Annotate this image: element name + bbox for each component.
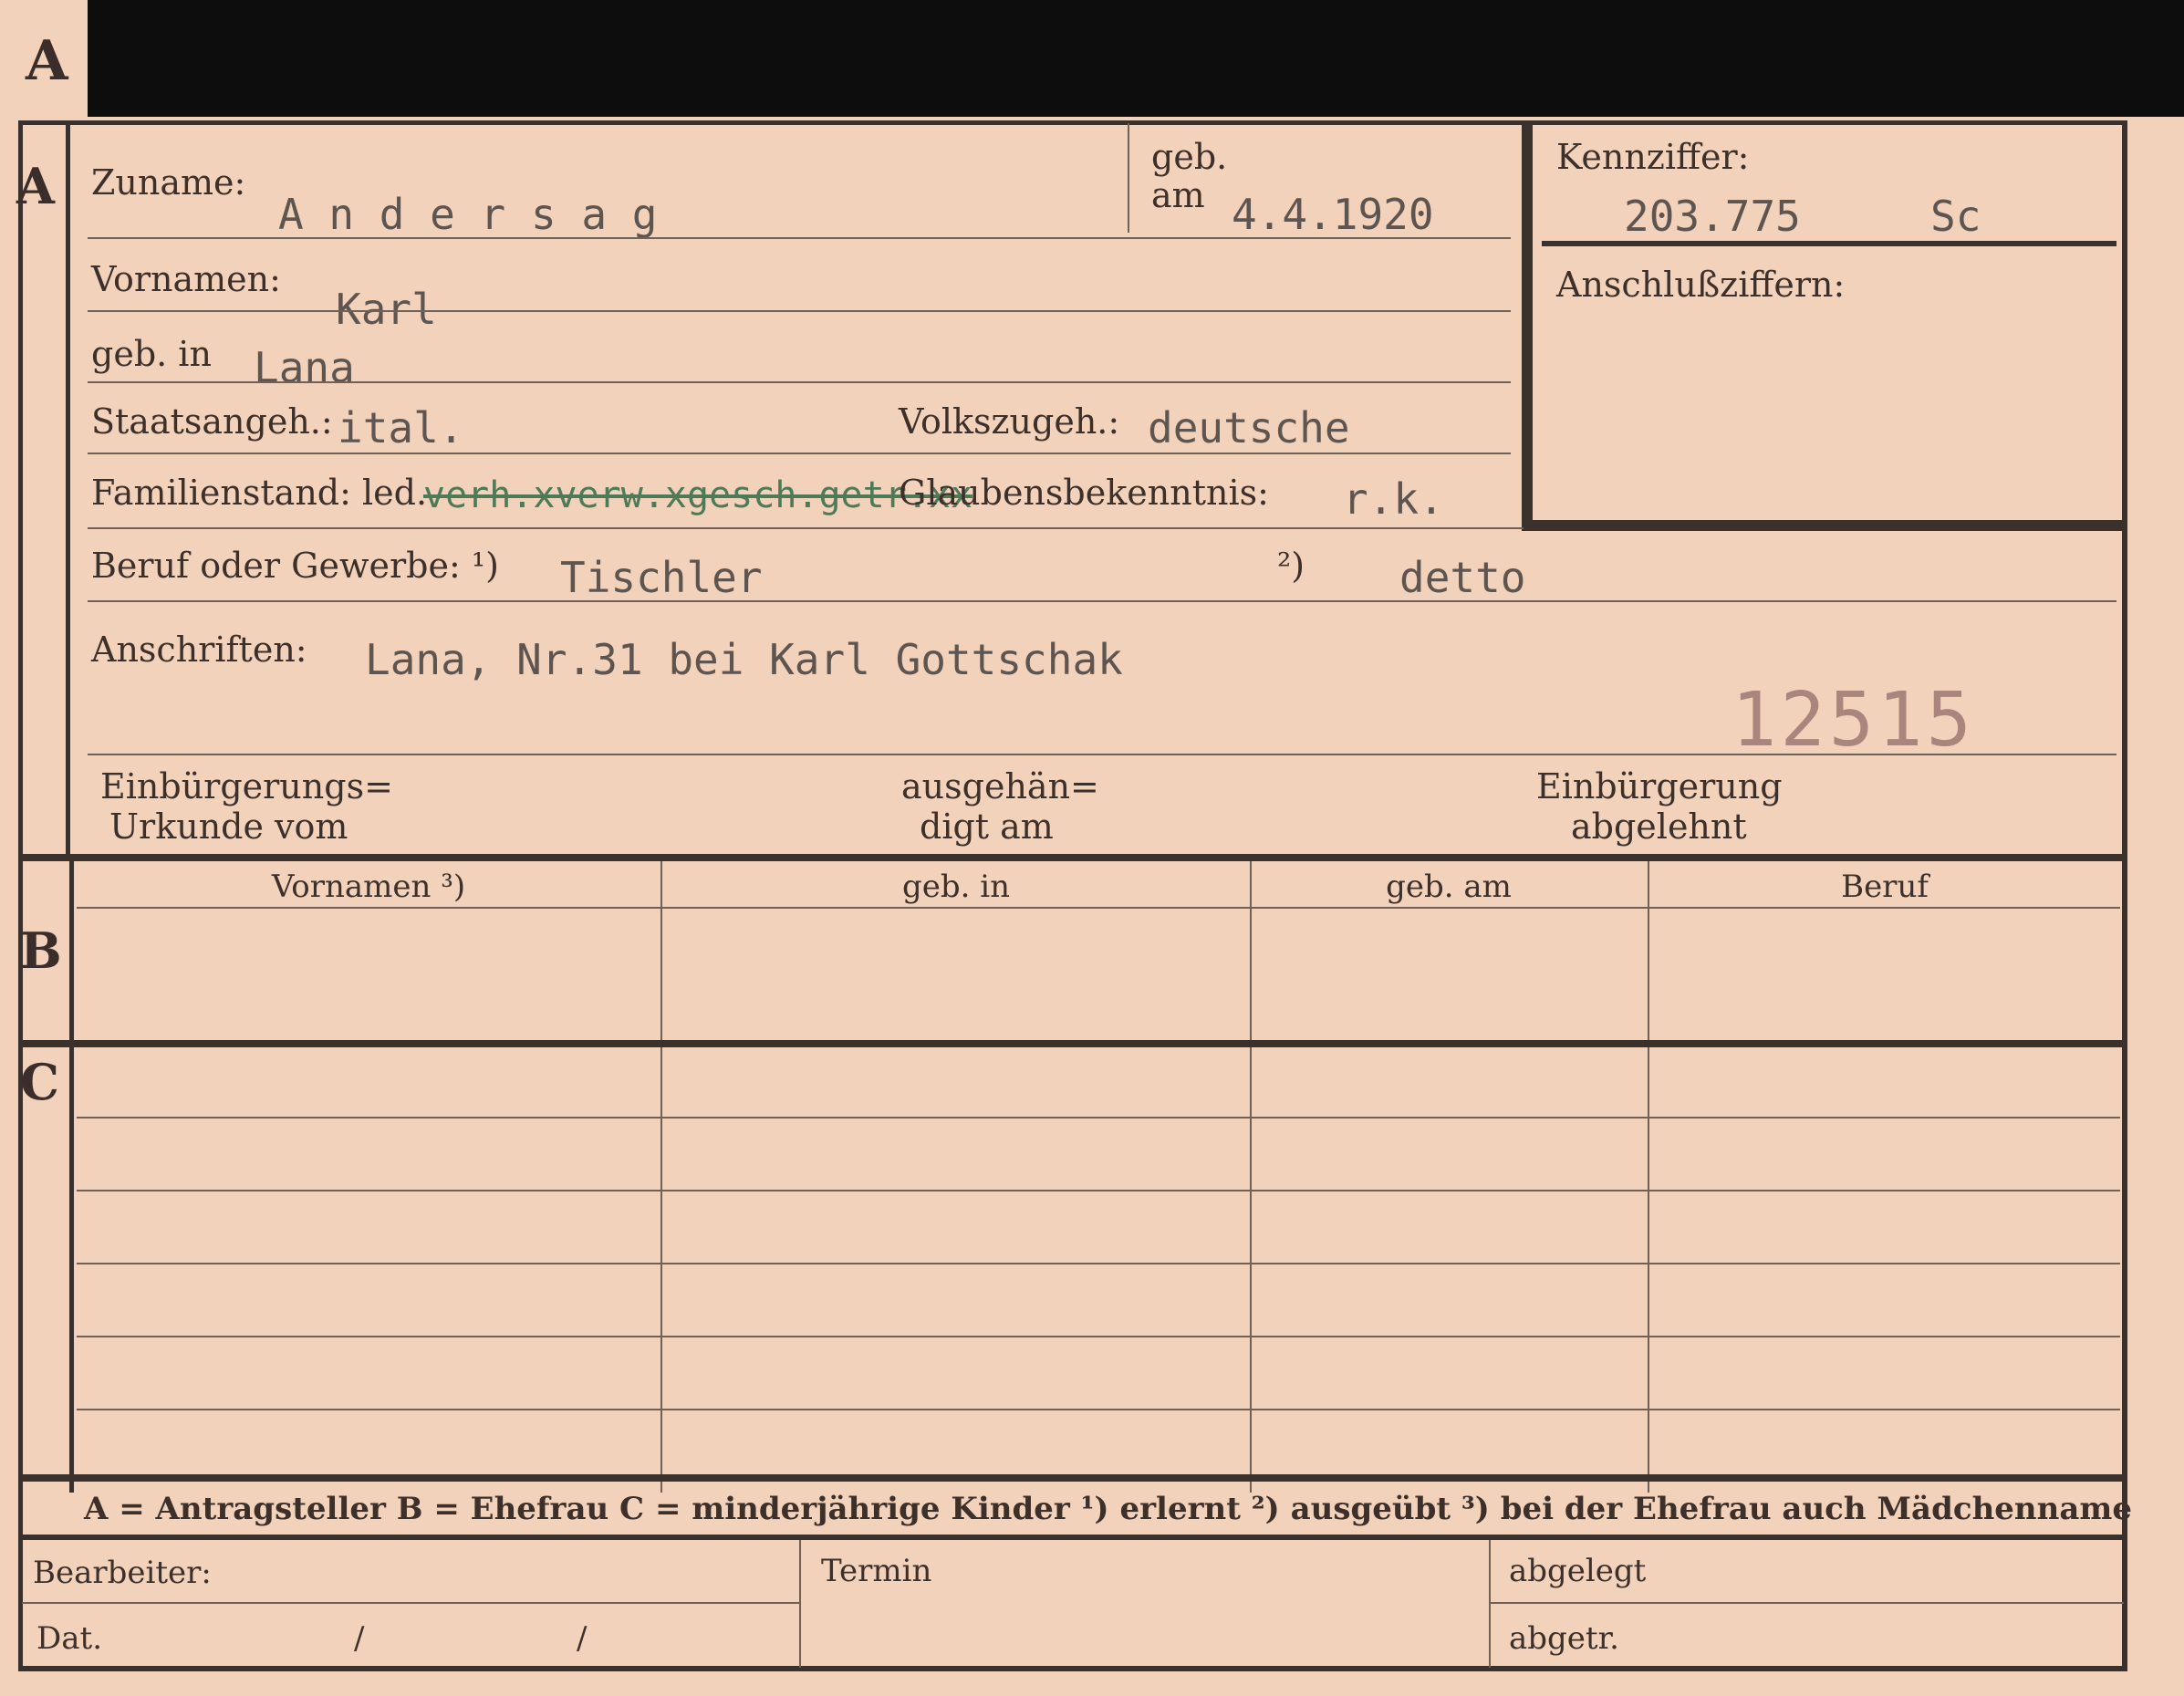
table-col-divider [660,861,662,1493]
kennziffer-box-bottom [1522,520,2126,531]
anschlussziffern-label: Anschlußziffern: [1556,265,1846,305]
table-header-rule [77,907,2120,909]
section-c-letter: C [20,1053,59,1111]
section-a-divider [66,120,70,855]
footer-row-line [22,1602,799,1604]
geb-in-label: geb. in [91,334,212,374]
frame-top [18,120,2126,125]
frame-bottom [18,1666,2127,1671]
volkszugeh-label: Volkszugeh.: [899,401,1120,442]
geb-divider [1128,123,1129,233]
familienstand-struck-options: verh.xverw.xgesch.getr.xx [423,474,973,516]
row-line [88,310,1511,312]
table-col-divider [1250,861,1252,1493]
section-a-bottom-rule [18,854,2127,861]
row-line [88,527,1524,529]
table-row-line [77,1336,2120,1337]
glaubensbekenntnis-label: Glaubensbekenntnis: [899,473,1269,513]
legend-text: A = Antragsteller B = Ehefrau C = minder… [84,1491,2132,1527]
table-header-vornamen: Vornamen ³) [271,869,466,905]
table-row-line [77,1263,2120,1264]
table-bottom-rule [18,1474,2127,1482]
table-header-beruf: Beruf [1841,869,1929,905]
abgelegt-label: abgelegt [1509,1553,1647,1589]
volkszugeh-value: deutsche [1148,403,1350,453]
vornamen-value: Karl [336,285,437,334]
table-row-line [77,1190,2120,1191]
geb-in-value: Lana [254,343,355,392]
table-row-line [77,1117,2120,1119]
table-col-divider [1648,861,1649,1493]
glaubensbekenntnis-value: r.k. [1343,474,1444,524]
row-line [88,381,1511,383]
beruf-ausgeuebt-value: detto [1399,553,1526,602]
abgelehnt-label-line1: Einbürgerung [1536,766,1783,806]
einbuergerung-label-line2: Urkunde vom [109,806,348,847]
kennziffer-value: 203.775 [1624,192,1801,241]
dat-label: Dat. [36,1620,103,1657]
familienstand-label: Familienstand: led. [91,473,428,513]
row-line [88,453,1511,454]
geb-am-value: 4.4.1920 [1232,190,1434,239]
table-row-line [77,1409,2120,1410]
frame-right [2122,120,2127,1671]
section-b-letter: B [20,921,62,980]
row-line [88,237,1511,239]
termin-label: Termin [821,1553,932,1589]
kennziffer-label: Kennziffer: [1556,137,1750,177]
stamp-number: 12515 [1732,677,1975,764]
footer-col-divider [1489,1540,1491,1668]
frame-left [18,120,23,1671]
kennziffer-suffix: Sc [1930,192,1981,241]
table-header-geb-am: geb. am [1386,869,1512,905]
footer-col-divider [799,1540,801,1668]
staatsangeh-value: ital. [338,403,464,453]
abgelehnt-label-line2: abgelehnt [1571,806,1747,847]
anschriften-label: Anschriften: [91,629,307,670]
ausgehaendigt-label-line1: ausgehän= [901,766,1099,806]
section-a-letter: A [16,157,55,215]
staatsangeh-label: Staatsangeh.: [91,401,333,442]
footer-row-line [1489,1602,2124,1604]
kennziffer-box-left [1522,120,1533,531]
anschriften-value: Lana, Nr.31 bei Karl Gottschak [365,635,1123,684]
vornamen-label: Vornamen: [91,259,281,299]
row-line [88,600,2116,602]
section-b-bottom-rule [18,1040,2127,1047]
einbuergerung-label-line1: Einbürgerungs= [100,766,393,806]
zuname-label: Zuname: [91,162,246,203]
beruf-erlernt-value: Tischler [560,553,763,602]
bearbeiter-label: Bearbeiter: [33,1555,212,1591]
date-separator: / [354,1620,365,1657]
kennziffer-underline [1542,241,2116,246]
ausgehaendigt-label-line2: digt am [920,806,1054,847]
abgetr-label: abgetr. [1509,1620,1619,1657]
geb-am-label: am [1151,175,1205,215]
beruf-label: Beruf oder Gewerbe: ¹) [91,546,499,586]
section-bc-divider [69,861,74,1493]
geb-label: geb. [1151,137,1228,177]
legend-bottom-rule [18,1535,2127,1540]
zuname-value: A n d e r s a g [278,190,658,239]
index-tab-letter: A [26,29,68,93]
beruf-ausgeuebt-marker: ²) [1277,546,1305,586]
table-header-geb-in: geb. in [901,869,1011,905]
row-line [88,754,2116,755]
date-separator: / [577,1620,588,1657]
